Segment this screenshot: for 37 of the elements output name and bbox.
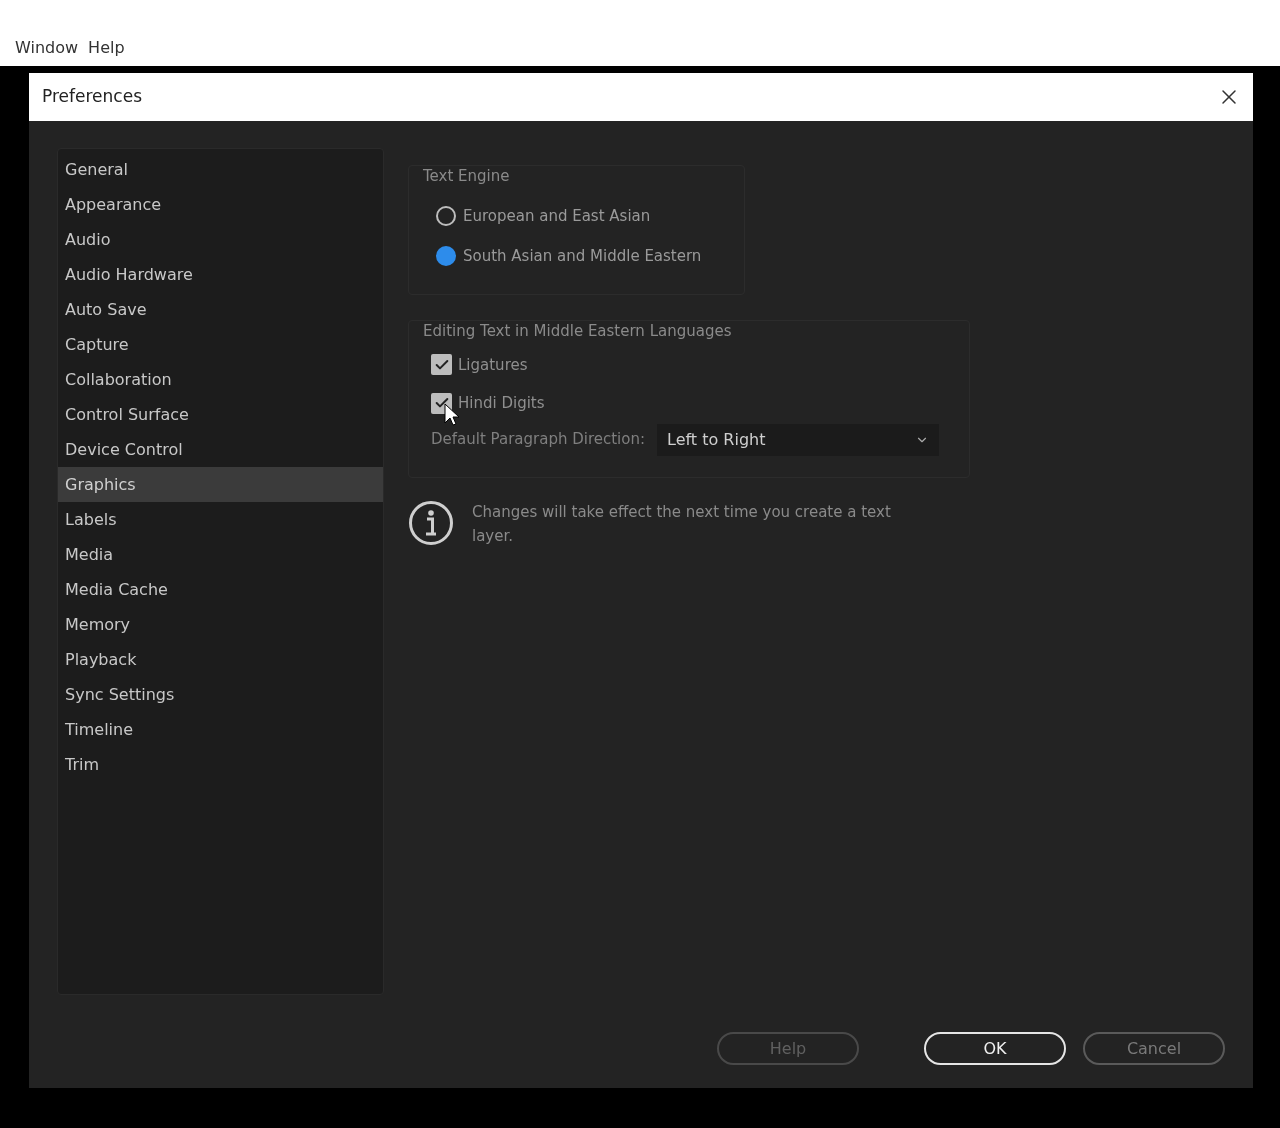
radio-label: European and East Asian bbox=[463, 205, 651, 227]
sidebar-item[interactable]: Graphics bbox=[58, 467, 383, 502]
sidebar-item[interactable]: Auto Save bbox=[58, 292, 383, 327]
dialog-title: Preferences bbox=[42, 85, 142, 109]
sidebar-item[interactable]: Audio Hardware bbox=[58, 257, 383, 292]
menu-item[interactable]: Help bbox=[85, 36, 128, 60]
checkbox-label: Hindi Digits bbox=[458, 393, 545, 414]
group-label: Editing Text in Middle Eastern Languages bbox=[423, 321, 733, 342]
sidebar-item[interactable]: General bbox=[58, 152, 383, 187]
info-message: Changes will take effect the next time you create a text layer. bbox=[472, 502, 892, 547]
sidebar-item[interactable]: Labels bbox=[58, 502, 383, 537]
sidebar-item[interactable]: Audio bbox=[58, 222, 383, 257]
direction-label: Default Paragraph Direction: bbox=[431, 429, 645, 451]
radio-button[interactable] bbox=[436, 246, 456, 267]
radio-button[interactable] bbox=[436, 205, 456, 226]
info-icon bbox=[408, 500, 454, 546]
sidebar-item[interactable]: Sync Settings bbox=[58, 677, 383, 712]
sidebar-item[interactable]: Collaboration bbox=[58, 362, 383, 397]
sidebar-item[interactable]: Media bbox=[58, 537, 383, 572]
sidebar-item[interactable]: Capture bbox=[58, 327, 383, 362]
menu-item[interactable]: Window bbox=[12, 36, 82, 60]
mouse-pointer-icon bbox=[444, 403, 460, 427]
checkbox-label: Ligatures bbox=[458, 354, 528, 376]
sidebar-item[interactable]: Media Cache bbox=[58, 572, 383, 607]
sidebar-item[interactable]: Playback bbox=[58, 642, 383, 677]
dialog-button[interactable]: Cancel bbox=[1083, 1032, 1225, 1065]
sidebar-item[interactable]: Device Control bbox=[58, 432, 383, 467]
checkbox[interactable] bbox=[431, 354, 452, 376]
sidebar-item[interactable]: Timeline bbox=[58, 712, 383, 747]
dialog-button[interactable]: OK bbox=[924, 1032, 1066, 1065]
group-label: Text Engine bbox=[423, 166, 511, 187]
sidebar-item[interactable]: Trim bbox=[58, 747, 383, 782]
radio-label: South Asian and Middle Eastern bbox=[463, 246, 702, 267]
sidebar-item[interactable]: Appearance bbox=[58, 187, 383, 222]
sidebar-item[interactable]: Control Surface bbox=[58, 397, 383, 432]
sidebar-item[interactable]: Memory bbox=[58, 607, 383, 642]
direction-dropdown[interactable]: Left to Right bbox=[657, 423, 939, 456]
